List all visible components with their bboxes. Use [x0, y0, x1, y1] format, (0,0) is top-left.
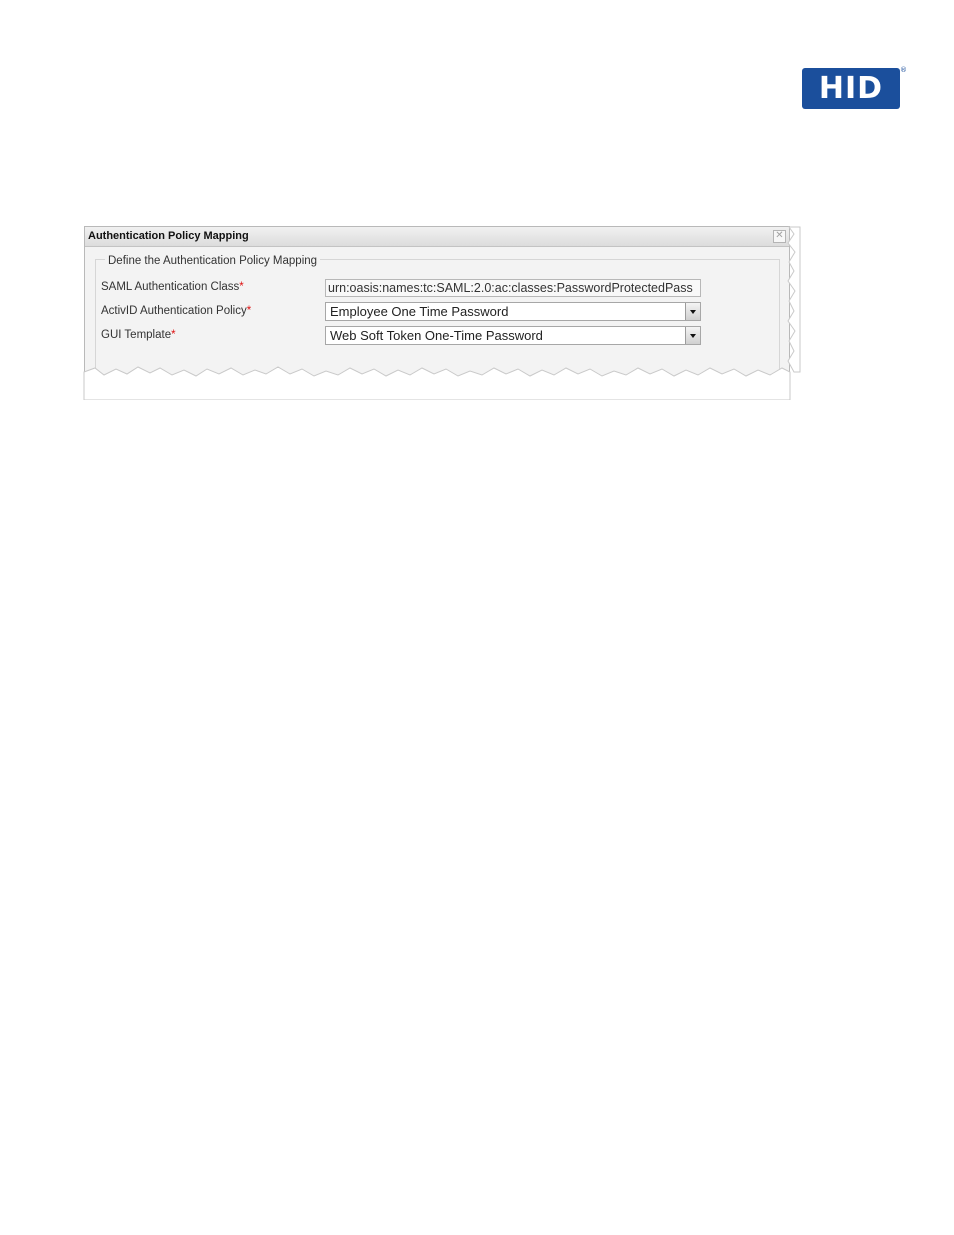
torn-edge-decoration: [83, 226, 801, 400]
